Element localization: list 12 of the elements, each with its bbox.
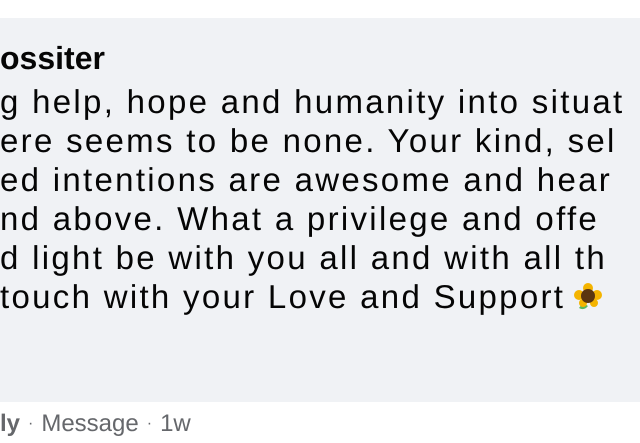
comment-text-line: d light be with you all and with all th: [0, 238, 608, 277]
comment-text-line: g help, hope and humanity into situat: [0, 82, 624, 121]
author-name[interactable]: ossiter: [0, 42, 640, 74]
timestamp: 1w: [160, 410, 191, 438]
comment-text-line: ed intentions are awesome and hear: [0, 160, 612, 199]
comment-text-line: nd above. What a privilege and offe: [0, 199, 600, 238]
separator-dot: ·: [146, 415, 152, 433]
comment-text-line: touch with your Love and Support: [0, 277, 566, 316]
reply-link[interactable]: ly: [0, 410, 20, 438]
message-link[interactable]: Message: [41, 410, 139, 438]
comment-text-line: ere seems to be none. Your kind, sel: [0, 121, 617, 160]
separator-dot: ·: [28, 415, 34, 433]
